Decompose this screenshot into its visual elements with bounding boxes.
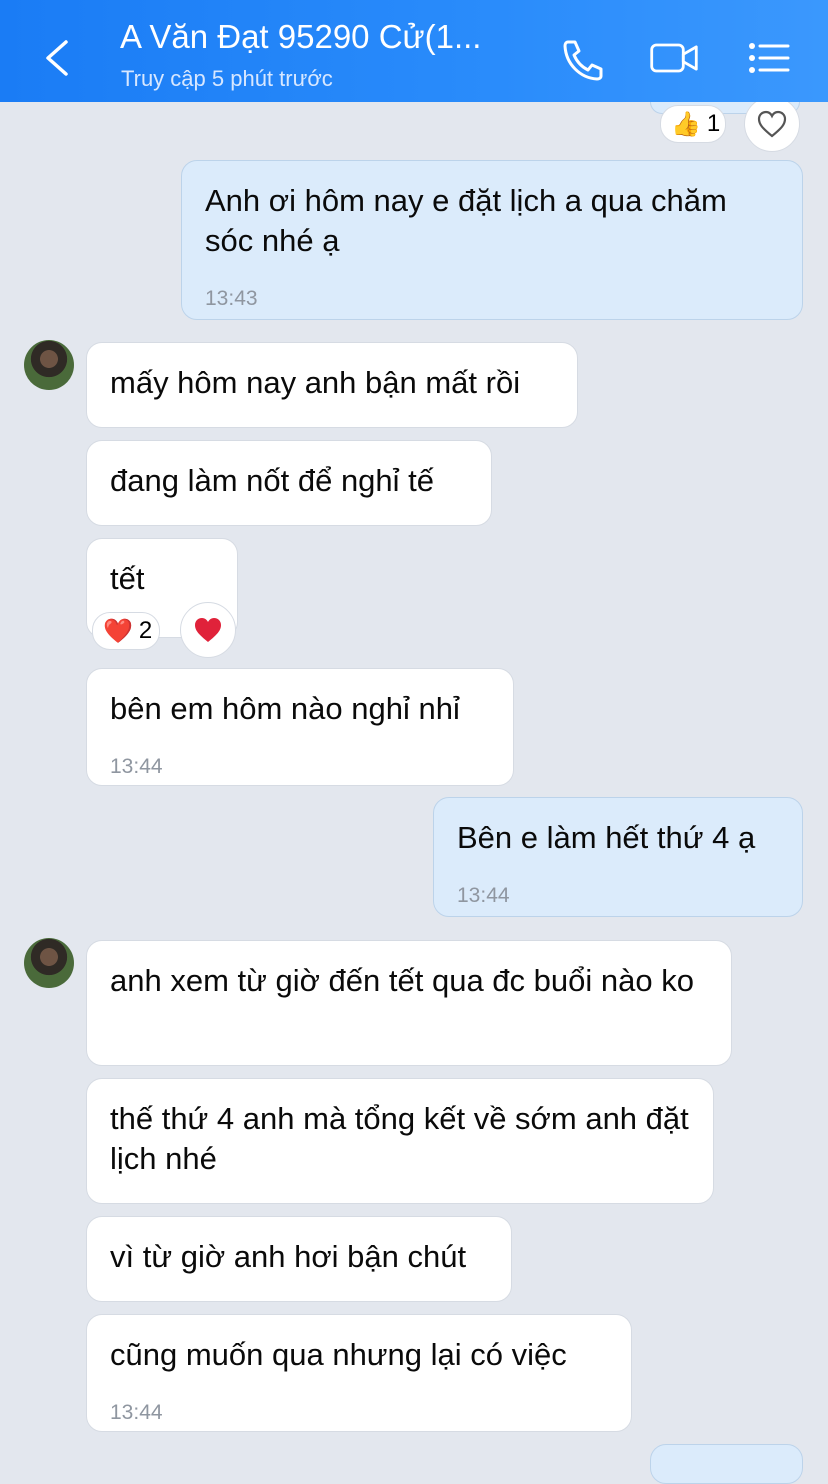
message-text: cũng muốn qua nhưng lại có việc (110, 1337, 567, 1372)
avatar[interactable] (24, 938, 74, 988)
message-time: 13:44 (457, 884, 510, 907)
contact-name[interactable]: A Văn Đạt 95290 Cử(1... (120, 18, 520, 56)
last-seen-status: Truy cập 5 phút trước (121, 66, 333, 91)
message-text: vì từ giờ anh hơi bận chút (110, 1239, 467, 1274)
message-text: thế thứ 4 anh mà tổng kết về sớm anh đặt… (110, 1101, 689, 1176)
message-bubble-incoming[interactable]: thế thứ 4 anh mà tổng kết về sớm anh đặt… (86, 1078, 714, 1204)
message-text: đang làm nốt để nghỉ tế (110, 463, 435, 498)
message-bubble-incoming[interactable]: cũng muốn qua nhưng lại có việc 13:44 (86, 1314, 632, 1432)
heart-outline-icon[interactable] (744, 96, 800, 152)
message-text: mấy hôm nay anh bận mất rồi (110, 365, 521, 400)
list-menu-icon[interactable] (744, 34, 796, 82)
reaction-count: 2 (138, 617, 153, 644)
message-text: tết (110, 561, 145, 596)
video-camera-icon[interactable] (648, 34, 700, 82)
reaction-pill[interactable]: ❤️ 2 (92, 612, 160, 650)
message-text: Bên e làm hết thứ 4 ạ (457, 820, 756, 855)
reaction-count: 1 (706, 110, 721, 137)
message-bubble-incoming[interactable]: anh xem từ giờ đến tết qua đc buổi nào k… (86, 940, 732, 1066)
message-bubble-outgoing[interactable]: Bên e làm hết thứ 4 ạ 13:44 (433, 797, 803, 917)
message-bubble-incoming[interactable]: mấy hôm nay anh bận mất rồi (86, 342, 578, 428)
message-time: 13:43 (205, 287, 258, 310)
message-bubble-partial (650, 1444, 803, 1484)
message-text: anh xem từ giờ đến tết qua đc buổi nào k… (110, 963, 694, 998)
message-bubble-incoming[interactable]: bên em hôm nào nghỉ nhỉ 13:44 (86, 668, 514, 786)
thumbs-up-icon: 👍 (671, 110, 701, 138)
message-bubble-incoming[interactable]: vì từ giờ anh hơi bận chút (86, 1216, 512, 1302)
chevron-left-icon[interactable] (36, 36, 80, 80)
message-bubble-outgoing[interactable]: Anh ơi hôm nay e đặt lịch a qua chăm sóc… (181, 160, 803, 320)
message-bubble-incoming[interactable]: đang làm nốt để nghỉ tế (86, 440, 492, 526)
reaction-pill[interactable]: 👍 1 (660, 105, 726, 143)
phone-icon[interactable] (556, 34, 608, 82)
chat-header: A Văn Đạt 95290 Cử(1... Truy cập 5 phút … (0, 0, 828, 102)
message-text: Anh ơi hôm nay e đặt lịch a qua chăm sóc… (205, 183, 727, 258)
message-time: 13:44 (110, 755, 163, 778)
heart-emoji-icon: ❤️ (103, 617, 133, 645)
message-text: bên em hôm nào nghỉ nhỉ (110, 691, 460, 726)
message-time: 13:44 (110, 1401, 163, 1424)
avatar[interactable] (24, 340, 74, 390)
heart-icon[interactable] (180, 602, 236, 658)
